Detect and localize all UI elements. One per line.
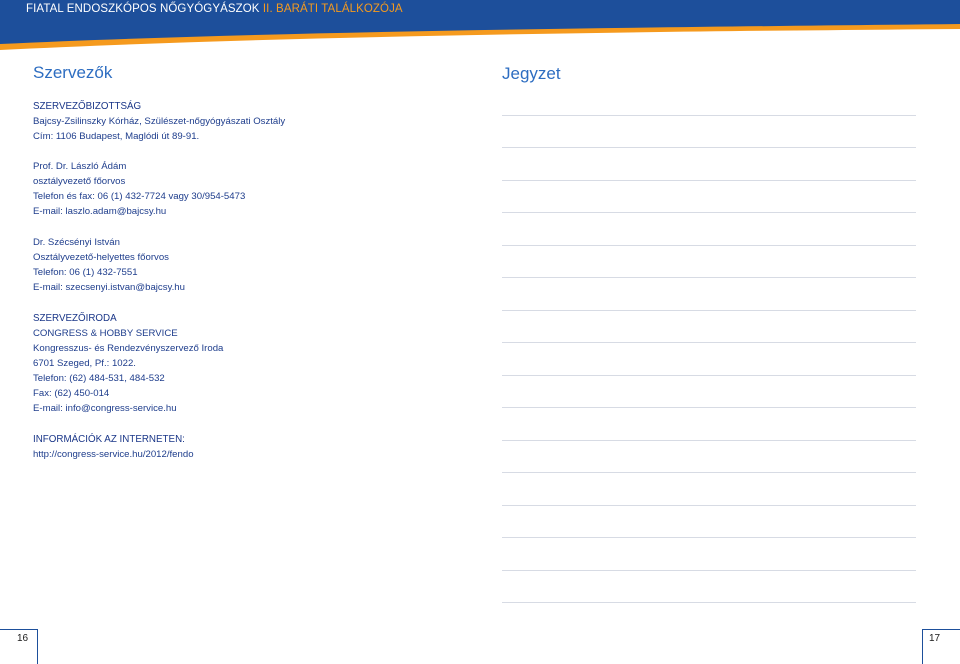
note-line [502, 570, 916, 571]
person1-phone: Telefon és fax: 06 (1) 432-7724 vagy 30/… [33, 191, 246, 202]
note-line [502, 472, 916, 473]
note-line [502, 602, 916, 603]
note-line [502, 440, 916, 441]
office-address: 6701 Szeged, Pf.: 1022. [33, 358, 136, 369]
footer-rule-right [923, 629, 960, 630]
office-company: CONGRESS & HOBBY SERVICE [33, 328, 178, 339]
person1-name: Prof. Dr. László Ádám [33, 161, 127, 172]
person1-role: osztályvezető főorvos [33, 176, 126, 187]
footer-tick-right [922, 629, 923, 664]
person2-block: Dr. Szécsényi István Osztályvezető-helye… [33, 235, 185, 295]
page-title-organizers: Szervezők [33, 63, 113, 82]
person1-email: E-mail: laszlo.adam@bajcsy.hu [33, 206, 167, 217]
info-url: http://congress-service.hu/2012/fendo [33, 449, 194, 460]
header-title-accent: II. BARÁTI TALÁLKOZÓJA [262, 3, 403, 15]
committee-block: SZERVEZŐBIZOTTSÁG Bajcsy-Zsilinszky Kórh… [33, 99, 285, 144]
person1-block: Prof. Dr. László Ádám osztályvezető főor… [33, 159, 245, 219]
committee-heading: SZERVEZŐBIZOTTSÁG [33, 101, 142, 112]
person2-email: E-mail: szecsenyi.istvan@bajcsy.hu [33, 282, 185, 293]
office-heading: SZERVEZŐIRODA [33, 313, 117, 324]
note-line [502, 180, 916, 181]
note-line [502, 342, 916, 343]
office-email: E-mail: info@congress-service.hu [33, 403, 177, 414]
person2-role: Osztályvezető-helyettes főorvos [33, 252, 169, 263]
note-line [502, 537, 916, 538]
header-title: FIATAL ENDOSZKÓPOS NŐGYÓGYÁSZOK II. BARÁ… [26, 3, 403, 15]
note-line [502, 115, 916, 116]
note-line [502, 505, 916, 506]
office-description: Kongresszus- és Rendezvényszervező Iroda [33, 343, 224, 354]
office-phone: Telefon: (62) 484-531, 484-532 [33, 373, 165, 384]
header-swoosh [0, 22, 960, 50]
note-line [502, 147, 916, 148]
office-fax: Fax: (62) 450-014 [33, 388, 110, 399]
info-block: INFORMÁCIÓK AZ INTERNETEN: http://congre… [33, 432, 194, 462]
note-line [502, 310, 916, 311]
page-number-right: 17 [929, 633, 941, 644]
person2-name: Dr. Szécsényi István [33, 237, 120, 248]
note-line [502, 375, 916, 376]
note-line [502, 277, 916, 278]
page-number-left: 16 [17, 633, 29, 644]
footer-rule-left [0, 629, 37, 630]
person2-phone: Telefon: 06 (1) 432-7551 [33, 267, 138, 278]
note-line [502, 212, 916, 213]
committee-hospital: Bajcsy-Zsilinszky Kórház, Szülészet-nőgy… [33, 116, 286, 127]
note-line [502, 245, 916, 246]
info-heading: INFORMÁCIÓK AZ INTERNETEN: [33, 434, 185, 445]
header-title-main: FIATAL ENDOSZKÓPOS NŐGYÓGYÁSZOK [26, 3, 260, 15]
office-block: SZERVEZŐIRODA CONGRESS & HOBBY SERVICE K… [33, 311, 223, 416]
page-title-notes: Jegyzet [502, 64, 561, 83]
footer-tick-left [37, 629, 38, 664]
note-line [502, 407, 916, 408]
committee-address: Cím: 1106 Budapest, Maglódi út 89-91. [33, 131, 200, 142]
